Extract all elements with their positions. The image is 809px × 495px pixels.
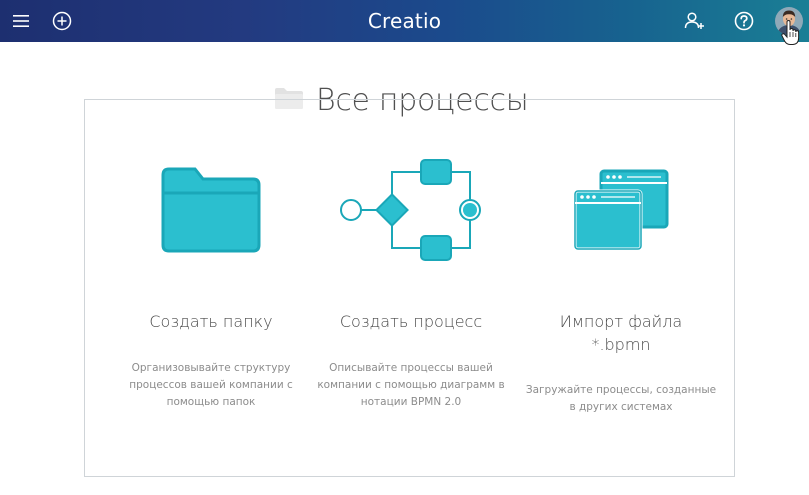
import-windows-icon — [516, 150, 726, 270]
create-process-option[interactable]: Создать процесс Описывайте процессы ваше… — [306, 150, 516, 408]
import-bpmn-title: Импорт файла *.bpmn — [559, 312, 683, 354]
create-folder-description: Организовывайте структуру процессов ваше… — [129, 362, 293, 408]
add-icon[interactable] — [50, 0, 74, 42]
create-process-title: Создать процесс — [339, 312, 483, 331]
folder-illustration-icon — [106, 150, 316, 270]
import-bpmn-description: Загружайте процессы, созданные в других … — [525, 384, 717, 413]
create-folder-option[interactable]: Создать папку Организовывайте структуру … — [106, 150, 316, 408]
create-folder-title: Создать папку — [149, 312, 273, 331]
create-process-description: Описывайте процессы вашей компании с пом… — [317, 362, 505, 408]
menu-icon[interactable] — [10, 0, 32, 42]
avatar[interactable] — [775, 7, 803, 35]
top-bar: Creatio — [0, 0, 809, 42]
help-icon[interactable] — [731, 0, 757, 42]
add-user-icon[interactable] — [682, 0, 708, 42]
import-bpmn-option[interactable]: Импорт файла *.bpmn Загружайте процессы,… — [516, 150, 726, 413]
process-diagram-icon — [306, 150, 516, 270]
